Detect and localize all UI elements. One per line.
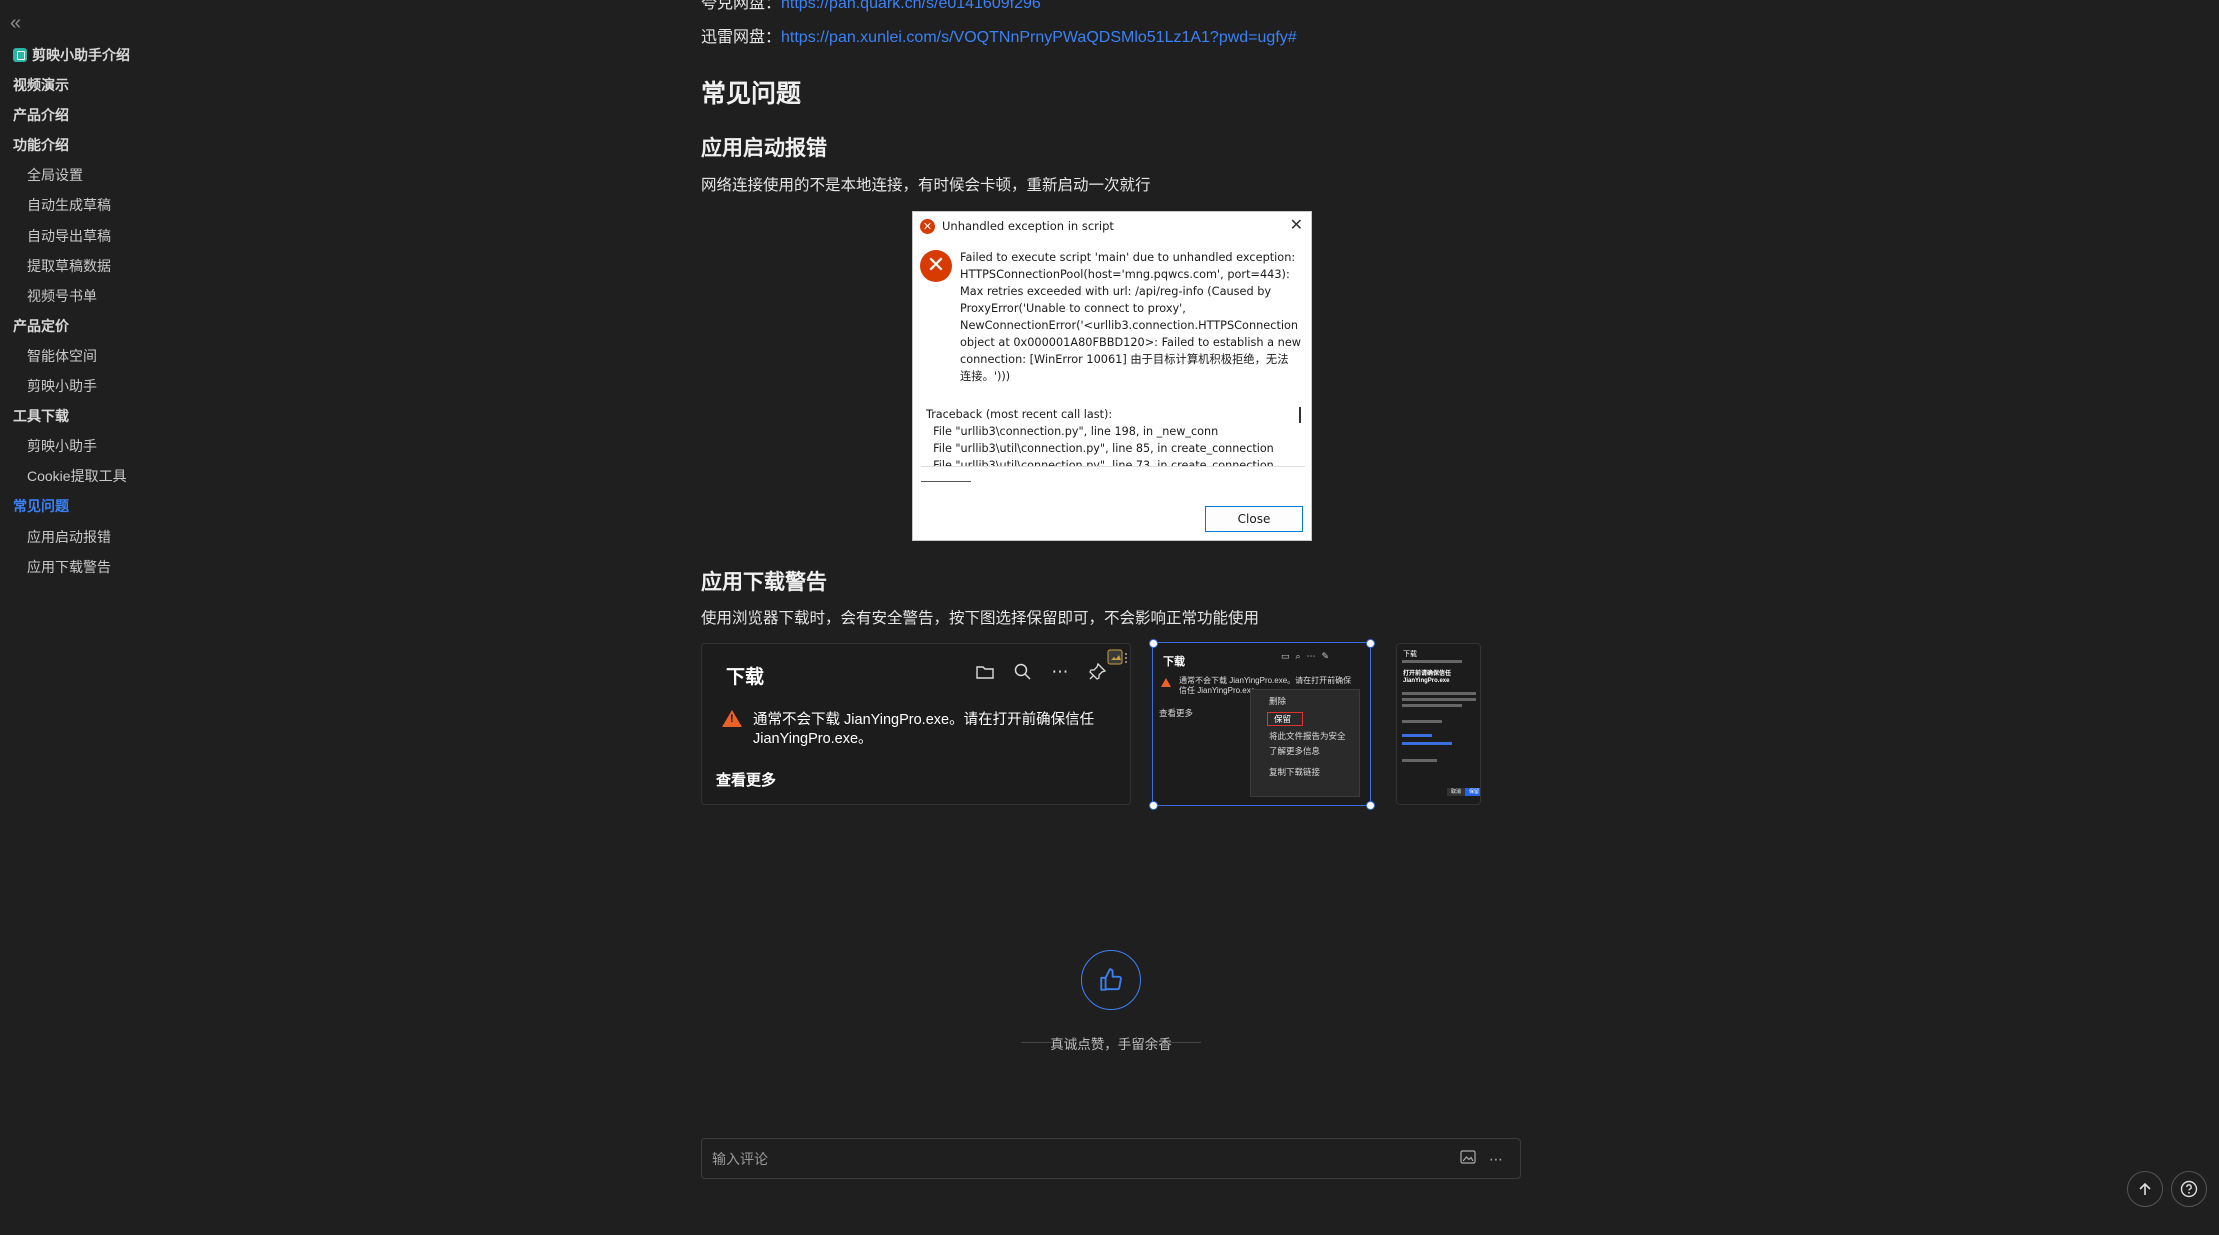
- quark-link[interactable]: https://pan.quark.cn/s/e0141609f296: [781, 0, 1041, 12]
- toc-item[interactable]: 剪映小助手介绍: [0, 40, 300, 70]
- toc-item[interactable]: 应用启动报错: [0, 522, 300, 552]
- dialog-titlebar: ✕ Unhandled exception in script ✕: [913, 212, 1311, 240]
- back-to-top-button[interactable]: [2127, 1171, 2163, 1207]
- resize-handle[interactable]: [1366, 801, 1375, 810]
- toc-item[interactable]: 提取草稿数据: [0, 251, 300, 281]
- toc-item[interactable]: 自动生成草稿: [0, 190, 300, 220]
- toc-item[interactable]: 应用下载警告: [0, 552, 300, 582]
- search-icon: [1012, 662, 1034, 684]
- help-button[interactable]: [2171, 1171, 2207, 1207]
- text-line: [1402, 660, 1462, 663]
- faq-heading: 常见问题: [701, 80, 802, 108]
- like-caption: 真诚点赞，手留余香: [1011, 1033, 1211, 1053]
- xunlei-link-row: 迅雷网盘：https://pan.xunlei.com/s/VOQTNnPrny…: [701, 23, 1297, 47]
- xunlei-label: 迅雷网盘：: [701, 29, 782, 46]
- image-toolbar[interactable]: [1107, 648, 1129, 668]
- like-button[interactable]: [1081, 950, 1141, 1010]
- error-icon: ✕: [920, 219, 935, 234]
- toc-item[interactable]: 功能介绍: [0, 130, 300, 160]
- quark-link-row: 夸克网盘：https://pan.quark.cn/s/e0141609f296: [701, 0, 1041, 13]
- download-panel-title: 下载: [1403, 651, 1417, 658]
- menu-item-report-safe: 将此文件报告为安全: [1269, 731, 1346, 741]
- download-warning-message: 通常不会下载 JianYingPro.exe。请在打开前确保信任 JianYin…: [753, 712, 1095, 747]
- toc-item-active[interactable]: 常见问题: [0, 491, 300, 521]
- toc-item[interactable]: 产品定价: [0, 311, 300, 341]
- more-icon: ⋯: [1051, 662, 1069, 681]
- toc-item[interactable]: 智能体空间: [0, 341, 300, 371]
- traceback-text: Traceback (most recent call last): File …: [926, 408, 1274, 467]
- toc-item[interactable]: 剪映小助手: [0, 371, 300, 401]
- toc-item[interactable]: 全局设置: [0, 160, 300, 190]
- error-dialog-image[interactable]: ✕ Unhandled exception in script ✕ ✕ Fail…: [912, 211, 1312, 541]
- download-panel-title: 下载: [1163, 656, 1185, 668]
- table-of-contents: 剪映小助手介绍 视频演示 产品介绍 功能介绍 全局设置 自动生成草稿 自动导出草…: [0, 40, 300, 582]
- back-to-top-icon: [2139, 1182, 2151, 1195]
- traceback-scrollbar-h: [921, 481, 971, 482]
- download-panel-title: 下载: [726, 667, 765, 688]
- toc-item[interactable]: Cookie提取工具: [0, 461, 300, 491]
- help-icon: [2180, 1180, 2198, 1198]
- resize-handle[interactable]: [1149, 801, 1158, 810]
- toc-item[interactable]: 视频号书单: [0, 281, 300, 311]
- keep-button: 保留: [1465, 788, 1480, 796]
- comment-input[interactable]: [712, 1139, 1412, 1178]
- resize-handle[interactable]: [1149, 639, 1158, 648]
- resize-handle[interactable]: [1366, 639, 1375, 648]
- comment-box: ⋯: [701, 1138, 1521, 1179]
- toc-item[interactable]: 视频演示: [0, 70, 300, 100]
- text-line: [1402, 742, 1452, 745]
- double-chevron-left-icon[interactable]: «: [10, 13, 30, 34]
- text-line: [1402, 704, 1462, 707]
- menu-item-keep: 保留: [1267, 712, 1303, 726]
- sidebar: « 剪映小助手介绍 视频演示 产品介绍 功能介绍 全局设置 自动生成草稿 自动导…: [0, 0, 300, 1235]
- see-more-link: 查看更多: [716, 772, 777, 789]
- menu-item-copy-link: 复制下载链接: [1269, 767, 1321, 777]
- error-icon: ✕: [920, 250, 952, 282]
- dialog-title: Unhandled exception in script: [942, 219, 1114, 233]
- download-warning-text: 使用浏览器下载时，会有安全警告，按下图选择保留即可，不会影响正常功能使用: [701, 610, 1260, 627]
- text-line: [1402, 720, 1442, 723]
- menu-item-delete: 删除: [1269, 696, 1287, 706]
- image-icon[interactable]: [1458, 1149, 1478, 1169]
- thumbs-up-icon: [1100, 968, 1122, 991]
- dialog-heading: 打开前请确保信任 JianYingPro.exe: [1403, 671, 1452, 684]
- download-warning-image-2[interactable]: 下载 ▭⌕⋯✎ 通常不会下载 JianYingPro.exe。请在打开前确保信任…: [1152, 642, 1371, 806]
- download-warning-heading: 应用下载警告: [701, 571, 827, 594]
- app-icon: [13, 48, 27, 62]
- text-line: [1402, 692, 1476, 695]
- text-line: [1402, 734, 1432, 737]
- more-icon[interactable]: ⋯: [1486, 1149, 1506, 1169]
- traceback-scrollbar: [1299, 407, 1301, 423]
- article: 夸克网盘：https://pan.quark.cn/s/e0141609f296…: [701, 0, 1521, 1235]
- startup-error-text: 网络连接使用的不是本地连接，有时候会卡顿，重新启动一次就行: [701, 177, 1151, 194]
- close-icon: ✕: [1289, 215, 1303, 234]
- context-menu: 删除 保留 将此文件报告为安全 了解更多信息 复制下载链接: [1250, 689, 1360, 797]
- text-line: [1402, 759, 1437, 762]
- download-warning-image-3[interactable]: 下载 打开前请确保信任 JianYingPro.exe 取消 保留: [1396, 643, 1481, 805]
- toc-item[interactable]: 工具下载: [0, 401, 300, 431]
- toc-item[interactable]: 自动导出草稿: [0, 221, 300, 251]
- toc-item[interactable]: 产品介绍: [0, 100, 300, 130]
- quark-label: 夸克网盘：: [701, 0, 782, 12]
- text-line: [1402, 698, 1476, 701]
- startup-error-heading: 应用启动报错: [701, 137, 827, 160]
- warning-icon: [1161, 678, 1171, 687]
- cancel-button: 取消: [1447, 788, 1465, 796]
- download-warning-image-1[interactable]: 下载 ⋯ 通常不会下载 JianYingPro.exe。请在打开前确保信任 Ji…: [701, 643, 1131, 805]
- warning-icon: [722, 710, 742, 727]
- folder-icon: [974, 662, 996, 684]
- toolbar-icons: ▭⌕⋯✎: [1281, 651, 1336, 661]
- traceback-box: Traceback (most recent call last): File …: [921, 395, 1305, 467]
- error-message: Failed to execute script 'main' due to u…: [960, 251, 1302, 383]
- see-more-link: 查看更多: [1159, 708, 1194, 718]
- menu-item-learn-more: 了解更多信息: [1269, 746, 1321, 756]
- pin-icon: [1086, 662, 1108, 684]
- xunlei-link[interactable]: https://pan.xunlei.com/s/VOQTNnPrnyPWaQD…: [781, 29, 1297, 46]
- toc-item-label: 剪映小助手介绍: [32, 47, 130, 63]
- toc-item[interactable]: 剪映小助手: [0, 431, 300, 461]
- dialog-close-button: Close: [1205, 506, 1303, 532]
